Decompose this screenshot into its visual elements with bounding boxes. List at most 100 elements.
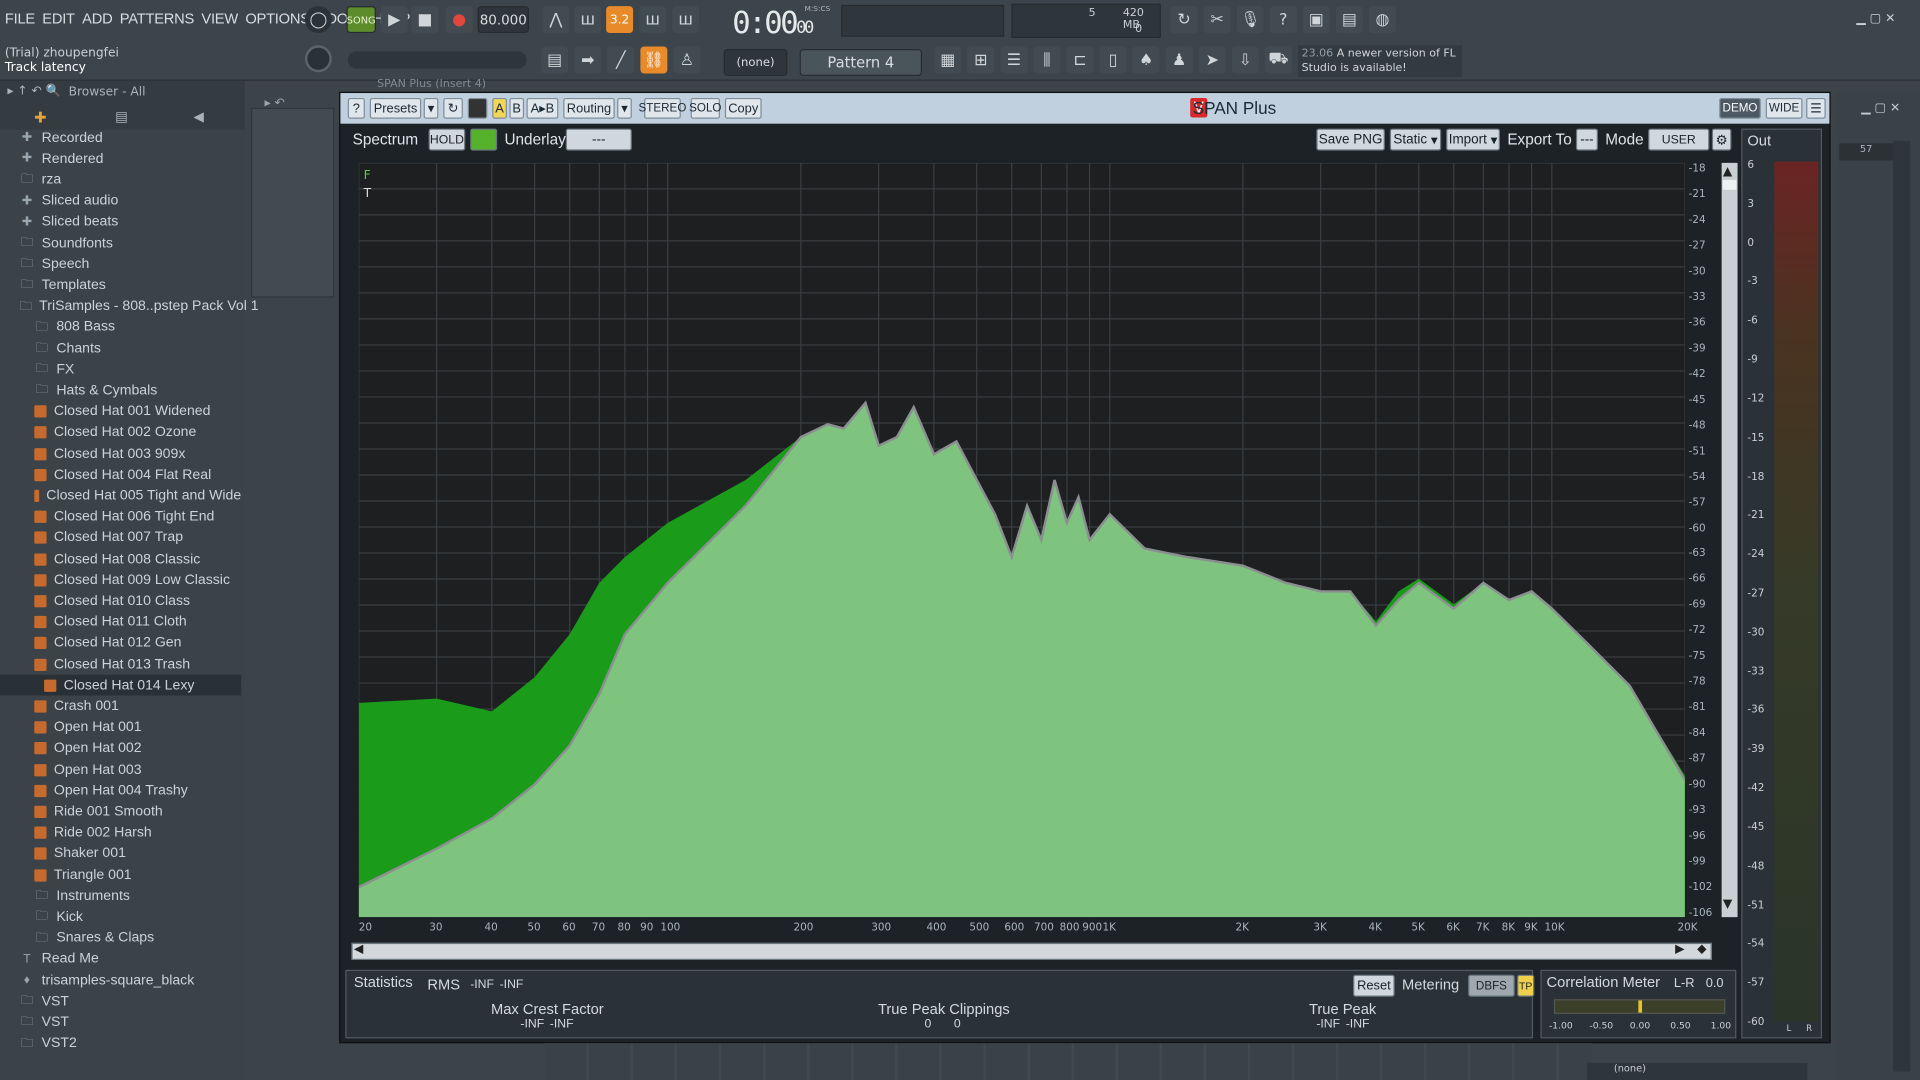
link-icon[interactable]: ⛓ (640, 46, 668, 74)
mixer-slot-select[interactable]: (none) (1586, 1062, 1808, 1080)
browser-item[interactable]: Open Hat 004 Trashy (0, 780, 241, 801)
browser-item[interactable]: 🗀 Templates (0, 275, 241, 296)
browser-item[interactable]: ♦ trisamples-square_black (0, 970, 241, 991)
piano-roll-icon[interactable]: ⊞ (967, 46, 995, 74)
browser-item[interactable]: Closed Hat 006 Tight End (0, 506, 241, 527)
save-png-button[interactable]: Save PNG (1316, 128, 1385, 151)
cut-tools-icon[interactable]: ✂ (1203, 6, 1231, 34)
microphone-icon[interactable]: 🎙 (1236, 6, 1264, 34)
export-select[interactable]: --- (1575, 128, 1598, 151)
browser-item[interactable]: ✚ Rendered (0, 148, 241, 169)
scroll-right-icon[interactable]: ▶ (1675, 943, 1684, 956)
browser-item[interactable]: 🗀 Kick (0, 907, 241, 928)
b-button[interactable]: B (509, 97, 525, 119)
browser-item[interactable]: Closed Hat 013 Trash (0, 654, 241, 675)
horizontal-scrollbar[interactable]: ◀ ▶ ◆ (351, 942, 1712, 961)
browser-item[interactable]: 🗀 Hats & Cymbals (0, 380, 241, 401)
stop-icon[interactable]: ■ (411, 6, 439, 34)
plugin-picker-icon[interactable]: ▯ (1099, 46, 1127, 74)
browser-item[interactable]: 🗀 VST2 (0, 1033, 241, 1054)
stereo-button[interactable]: STEREO (639, 97, 686, 119)
menu-item-patterns[interactable]: PATTERNS (120, 10, 194, 27)
spectrum-tab[interactable]: Spectrum (353, 131, 419, 148)
browser-item[interactable]: 🗀 VST (0, 991, 241, 1012)
browser-item[interactable]: Closed Hat 004 Flat Real (0, 464, 241, 485)
wait-input-icon[interactable]: ш (574, 6, 602, 34)
browser-item[interactable]: Closed Hat 003 909x (0, 443, 241, 464)
browser-item[interactable]: Closed Hat 010 Class (0, 591, 241, 612)
true-peak-button[interactable]: TP (1517, 974, 1535, 997)
browser-add-icon[interactable]: ✚ (34, 109, 46, 126)
blend-notes-icon[interactable]: ш (639, 6, 667, 34)
browser-item[interactable]: 🗀 TriSamples - 808..pstep Pack Vol 1 (0, 296, 259, 317)
demo-button[interactable]: DEMO (1719, 97, 1761, 119)
menu-item-file[interactable]: FILE (5, 10, 35, 27)
rack-nav-icons[interactable]: ▸ ↶ (264, 97, 284, 110)
shop-icon[interactable]: ⛟ (1264, 46, 1292, 74)
copy-button[interactable]: Copy (724, 97, 762, 119)
help-icon[interactable]: ? (1269, 6, 1297, 34)
menu-item-view[interactable]: VIEW (201, 10, 238, 27)
browser-item[interactable]: Closed Hat 012 Gen (0, 633, 241, 654)
play-icon[interactable]: ▶ (380, 6, 408, 34)
routing-dropdown-icon[interactable]: ▾ (617, 97, 632, 119)
scroll-fit-icon[interactable]: ◆ (1697, 943, 1706, 956)
browser-item[interactable]: 🗀 808 Bass (0, 317, 241, 338)
playlist-window-icon[interactable]: ▦ (934, 46, 962, 74)
spectrum-graph[interactable]: F T (358, 162, 1686, 918)
browser-item[interactable]: Closed Hat 014 Lexy (0, 674, 242, 696)
reset-button[interactable]: Reset (1353, 974, 1395, 997)
step-mode-icon[interactable]: 3.2 (606, 6, 634, 34)
presets-dropdown-icon[interactable]: ▾ (423, 97, 439, 119)
browser-item[interactable]: 🗀 Chants (0, 338, 241, 359)
tempo-tapper-icon[interactable]: ♟ (1165, 46, 1193, 74)
browser-item[interactable]: T Read Me (0, 949, 241, 970)
master-volume-knob[interactable] (304, 45, 332, 73)
mixer-icon[interactable]: ⫼ (1033, 46, 1061, 74)
browser-item[interactable]: 🗀 Speech (0, 254, 241, 275)
metronome-icon[interactable]: ⋀ (542, 6, 570, 34)
mode-select[interactable]: USER (1648, 128, 1710, 151)
solo-button[interactable]: SOLO (689, 97, 721, 119)
browser-file-icon[interactable]: ▤ (115, 109, 128, 125)
browser-item[interactable]: ✚ Recorded (0, 127, 241, 148)
browser-item[interactable]: Crash 001 (0, 696, 241, 717)
a-to-b-button[interactable]: A▸B (526, 97, 559, 119)
browser-icon[interactable]: ⊏ (1066, 46, 1094, 74)
hold-indicator[interactable] (470, 128, 498, 151)
mixer-scrollbar[interactable] (1893, 140, 1911, 1072)
browser-item[interactable]: Triangle 001 (0, 864, 241, 885)
wide-button[interactable]: WIDE (1765, 97, 1803, 119)
browser-item[interactable]: 🗀 Snares & Claps (0, 928, 241, 949)
browser-item[interactable]: Closed Hat 001 Widened (0, 401, 241, 422)
window-controls[interactable]: ▁ ▢ ✕ (1856, 12, 1895, 25)
browser-item[interactable]: Closed Hat 007 Trap (0, 528, 241, 549)
browser-item[interactable]: Ride 002 Harsh (0, 822, 241, 843)
menu-icon[interactable]: ☰ (1806, 97, 1826, 119)
save-icon[interactable]: ▣ (1302, 6, 1330, 34)
undo-history-icon[interactable]: ↻ (1170, 6, 1198, 34)
hold-button[interactable]: HOLD (428, 128, 466, 151)
browser-item[interactable]: 🗀 FX (0, 359, 241, 380)
vertical-scrollbar[interactable]: ▲ ▼ (1721, 162, 1738, 918)
browser-item[interactable]: Shaker 001 (0, 843, 241, 864)
menu-item-add[interactable]: ADD (82, 10, 113, 27)
browser-item[interactable]: Closed Hat 009 Low Classic (0, 570, 241, 591)
arrow-icon[interactable]: ➡ (574, 46, 602, 74)
browser-nav-icons[interactable]: ▸ ↑ ↶ 🔍 (7, 84, 61, 97)
static-dropdown[interactable]: Static ▾ (1389, 128, 1442, 151)
help-button[interactable]: ? (347, 97, 365, 119)
dbfs-button[interactable]: DBFS (1468, 974, 1515, 997)
browser-item[interactable]: 🗀 VST (0, 1012, 241, 1033)
browser-item[interactable]: 🗀 Soundfonts (0, 233, 241, 254)
scroll-left-icon[interactable]: ◀ (354, 943, 363, 956)
scroll-thumb[interactable] (1722, 180, 1737, 190)
mixer-track-57[interactable]: 57 (1839, 143, 1894, 161)
browser-item[interactable]: Closed Hat 011 Cloth (0, 612, 241, 633)
scroll-down-icon[interactable]: ▼ (1723, 898, 1732, 911)
browser-item[interactable]: ✚ Sliced beats (0, 212, 241, 233)
browser-item[interactable]: Closed Hat 005 Tight and Wide (0, 485, 241, 506)
scroll-up-icon[interactable]: ▲ (1723, 165, 1732, 178)
browser-speaker-icon[interactable]: ◀ (193, 109, 203, 125)
browser-item[interactable]: Closed Hat 002 Ozone (0, 422, 241, 443)
